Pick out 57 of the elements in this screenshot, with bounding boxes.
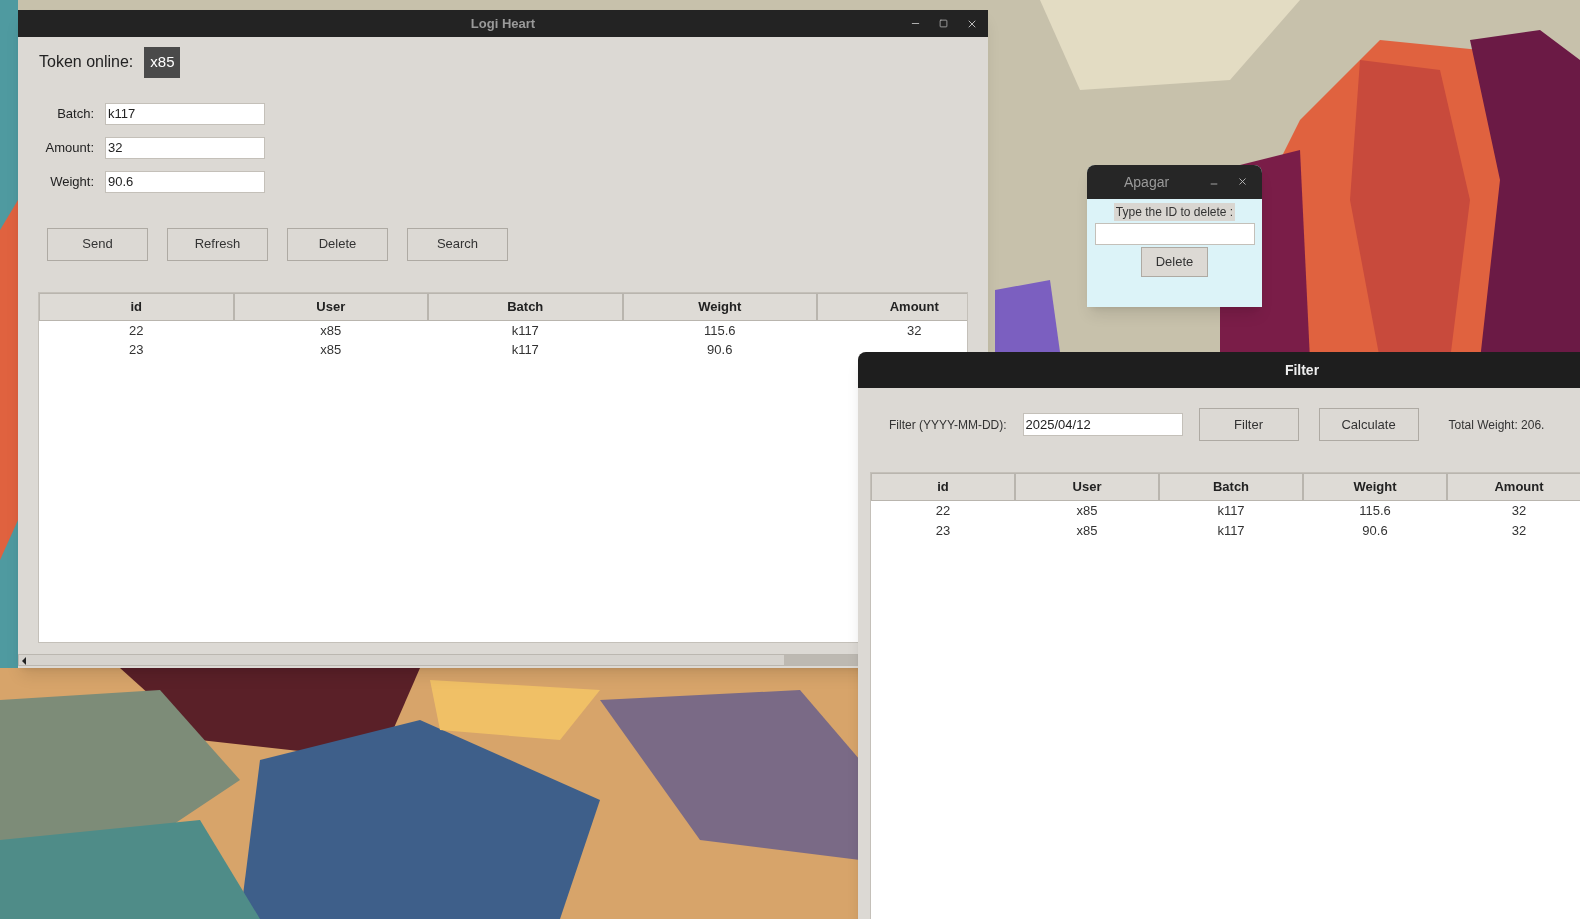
- scroll-left-icon[interactable]: [22, 656, 26, 665]
- push-button[interactable]: Refresh: [167, 227, 268, 261]
- table-cell-text: k117: [1217, 522, 1245, 540]
- push-button[interactable]: Delete: [287, 227, 388, 261]
- window-title: Logi Heart: [470, 14, 536, 33]
- column-header[interactable]: Batch: [428, 292, 623, 321]
- field-label: Filter (YYYY-MM-DD):: [889, 416, 1007, 434]
- push-button[interactable]: Calculate: [1318, 408, 1419, 441]
- column-header[interactable]: Batch: [1159, 473, 1303, 501]
- close-icon[interactable]: [1237, 176, 1248, 187]
- table-cell-text: k117: [511, 340, 539, 359]
- window-title: Filter: [1284, 360, 1320, 380]
- table-cell-text: 115.6: [1359, 502, 1391, 520]
- id-input[interactable]: [1094, 223, 1255, 245]
- total-weight: Total Weight: 206.: [1448, 416, 1545, 434]
- field-label: Amount:: [44, 138, 95, 157]
- column-header[interactable]: User: [233, 292, 428, 321]
- table-cell-text: k117: [511, 321, 539, 340]
- column-header[interactable]: User: [1015, 473, 1159, 501]
- token-label: Token online:: [39, 52, 134, 73]
- column-header[interactable]: id: [39, 292, 234, 321]
- token-badge: x85: [144, 47, 181, 78]
- push-button[interactable]: Filter: [1198, 408, 1299, 441]
- table-cell-text: 22: [129, 321, 144, 340]
- table-cell-text: x85: [1076, 502, 1098, 520]
- table-cell-text: k117: [1217, 502, 1245, 520]
- push-button[interactable]: Search: [407, 227, 508, 261]
- table-cell-text: 115.6: [703, 321, 736, 340]
- push-button[interactable]: Send: [47, 227, 148, 261]
- column-header[interactable]: id: [871, 473, 1015, 501]
- maximize-icon[interactable]: [939, 19, 948, 28]
- scrollbar-thumb[interactable]: [784, 654, 857, 665]
- table-cell-text: 23: [935, 522, 951, 540]
- table-cell-text: x85: [1076, 522, 1098, 540]
- column-header[interactable]: Weight: [622, 292, 817, 321]
- table-cell-text: 32: [1511, 522, 1527, 540]
- prompt-label: Type the ID to delete :: [1113, 203, 1236, 221]
- field-label: Batch:: [56, 104, 95, 123]
- horizontal-scrollbar[interactable]: [18, 653, 858, 666]
- table-cell-text: 90.6: [707, 340, 733, 359]
- date-input[interactable]: 2025/04/12: [1022, 413, 1183, 436]
- table-cell-text: 32: [907, 321, 922, 340]
- table-cell-text: 32: [1511, 502, 1527, 520]
- column-header[interactable]: Amount: [817, 292, 967, 321]
- input-field[interactable]: k117: [105, 102, 265, 125]
- table-cell-text: 23: [129, 340, 144, 359]
- input-field[interactable]: 32: [105, 136, 265, 159]
- window-title: Apagar: [1124, 172, 1170, 192]
- table-cell-text: 22: [935, 502, 951, 520]
- table-cell-text: x85: [320, 321, 342, 340]
- table-cell-text: 90.6: [1362, 522, 1388, 540]
- column-header[interactable]: Amount: [1447, 473, 1580, 501]
- input-field[interactable]: 90.6: [105, 170, 265, 193]
- push-button[interactable]: Delete: [1141, 247, 1208, 277]
- table-cell-text: x85: [320, 340, 342, 359]
- field-label: Weight:: [49, 172, 95, 191]
- column-header[interactable]: Weight: [1303, 473, 1447, 501]
